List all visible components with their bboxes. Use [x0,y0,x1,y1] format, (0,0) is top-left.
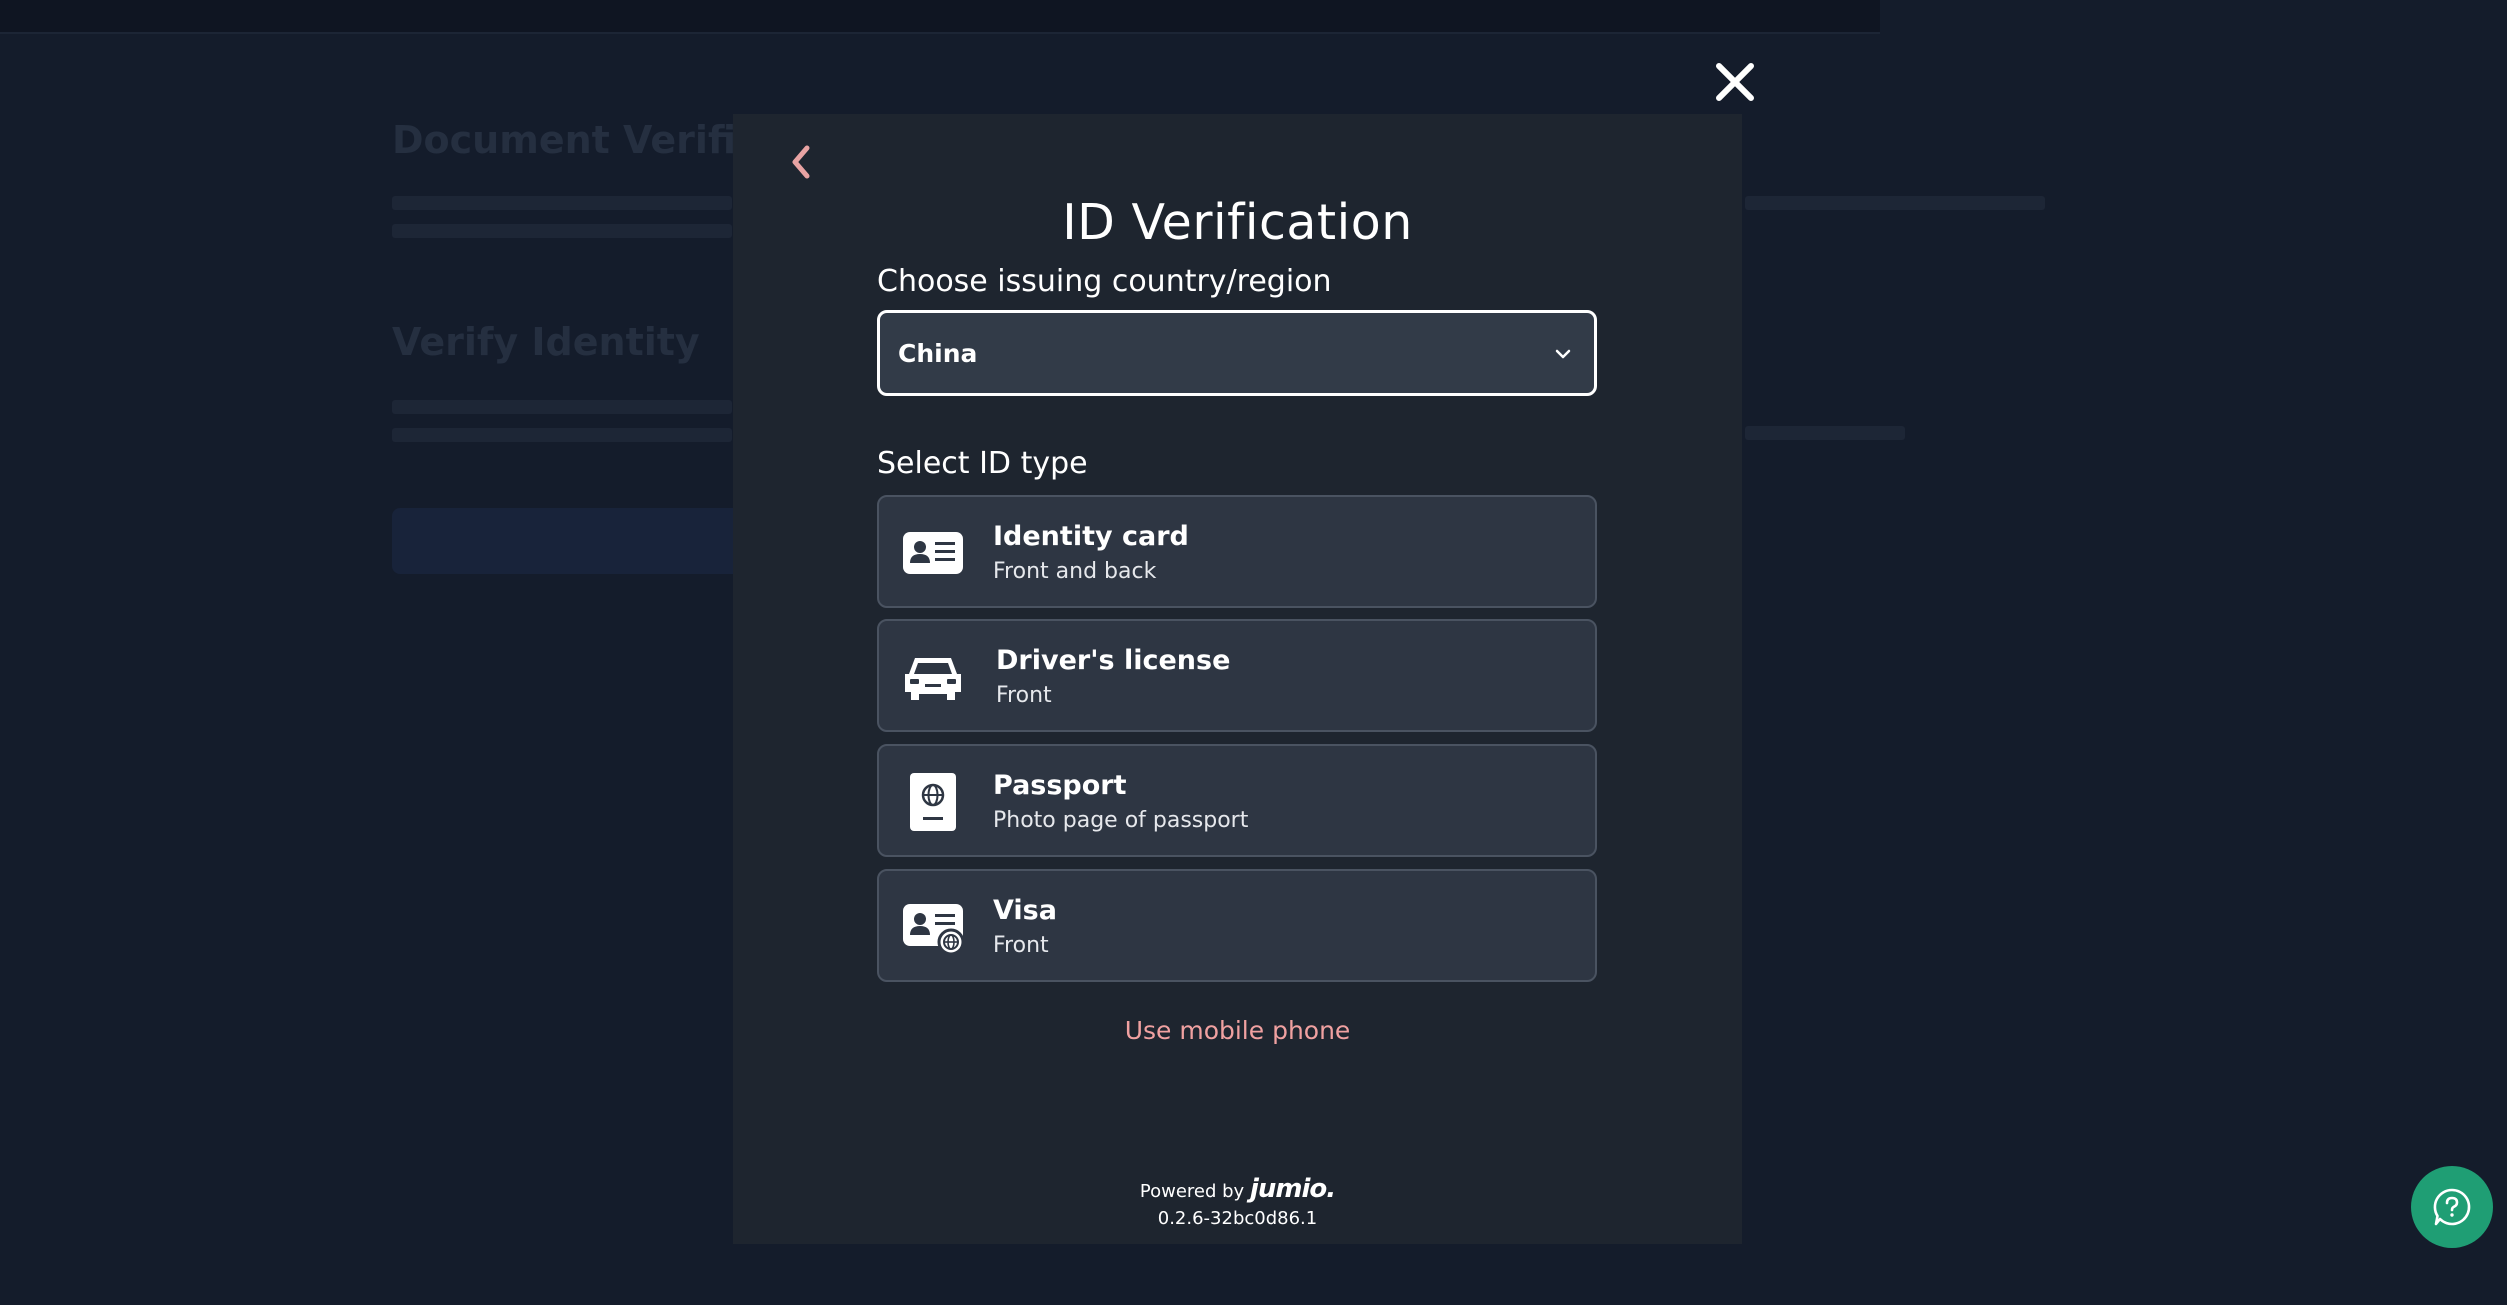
country-select-value: China [898,339,978,368]
background-section-title: Verify Identity [392,320,700,364]
id-option-subtitle: Front [993,933,1049,958]
jumio-logo: jumio. [1249,1174,1336,1204]
id-option-title: Driver's license [996,645,1231,676]
id-option-subtitle: Photo page of passport [993,808,1249,833]
chevron-left-icon [792,145,810,179]
background-text-line [392,196,732,210]
chevron-down-icon [1554,345,1572,363]
id-type-label: Select ID type [877,446,1088,481]
question-circle-icon [2433,1188,2471,1226]
id-option-passport[interactable]: Passport Photo page of passport [877,744,1597,857]
id-option-identity-card[interactable]: Identity card Front and back [877,495,1597,608]
id-option-drivers-license[interactable]: Driver's license Front [877,619,1597,732]
background-text-line [392,224,732,238]
page-title: ID Verification [1062,194,1413,251]
close-button[interactable] [1713,60,1757,104]
id-option-subtitle: Front [996,683,1052,708]
country-label: Choose issuing country/region [877,264,1332,299]
id-verification-modal: ID Verification Choose issuing country/r… [733,114,1742,1244]
id-option-subtitle: Front and back [993,559,1157,584]
id-option-title: Identity card [993,521,1189,552]
background-text-line [1745,426,1905,440]
id-option-visa[interactable]: Visa Front [877,869,1597,982]
use-mobile-phone-link[interactable]: Use mobile phone [733,1016,1742,1045]
background-text-line [392,400,732,414]
powered-by: Powered by jumio. [733,1174,1742,1204]
background-text-line [392,428,732,442]
car-icon [901,648,965,706]
id-option-title: Passport [993,770,1127,801]
close-icon [1716,63,1754,101]
identity-card-icon [901,524,965,582]
country-select[interactable]: China [877,310,1597,396]
back-button[interactable] [783,142,819,182]
powered-by-label: Powered by [1139,1181,1245,1202]
help-button[interactable] [2411,1166,2493,1248]
visa-icon [901,898,965,956]
passport-icon [901,773,965,831]
background-text-line [1745,196,2045,210]
background-header-bar [0,0,1880,34]
id-option-title: Visa [993,895,1057,926]
background-button [392,508,752,574]
version-text: 0.2.6-32bc0d86.1 [1157,1208,1318,1229]
